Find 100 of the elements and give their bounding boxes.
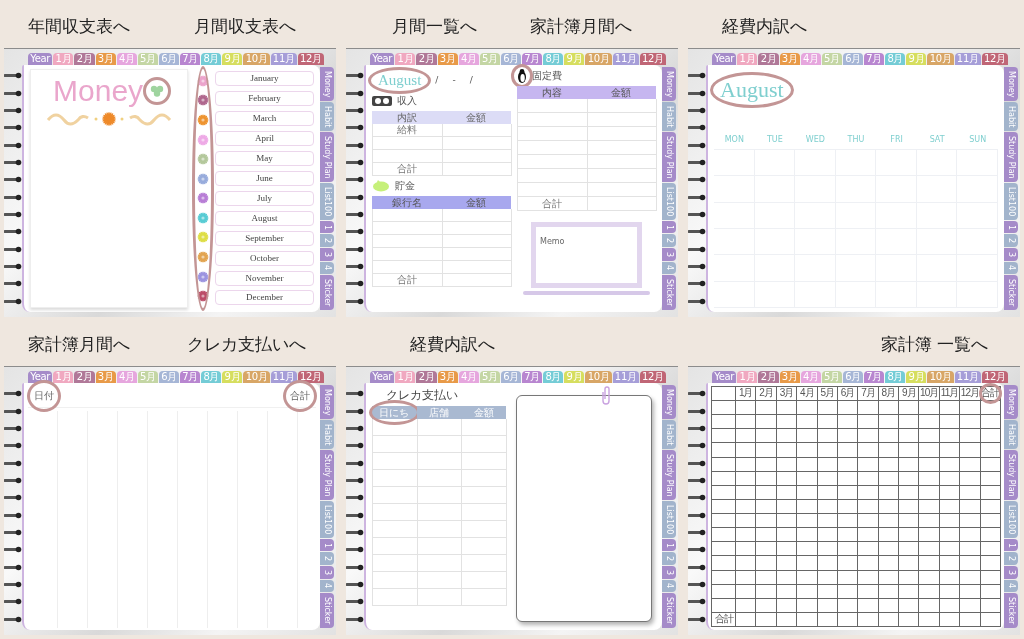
month-tab[interactable]: 8月 bbox=[201, 371, 222, 383]
side-tab[interactable]: Habit bbox=[662, 102, 676, 131]
side-tab[interactable]: Sticker bbox=[1004, 275, 1018, 310]
side-tab[interactable]: Money bbox=[320, 67, 334, 101]
month-tab[interactable]: 11月 bbox=[954, 371, 981, 383]
month-tab[interactable]: 7月 bbox=[864, 53, 885, 65]
side-tab[interactable]: List100 bbox=[1004, 501, 1018, 538]
month-tab[interactable]: 4月 bbox=[116, 53, 137, 65]
month-tab[interactable]: 2月 bbox=[74, 53, 95, 65]
month-tab[interactable]: 9月 bbox=[906, 371, 927, 383]
month-tab[interactable]: 12月 bbox=[981, 53, 1009, 65]
side-tab[interactable]: 3 bbox=[1004, 565, 1018, 579]
side-tab[interactable]: Sticker bbox=[1004, 593, 1018, 628]
side-tab[interactable]: 2 bbox=[662, 552, 676, 565]
side-tab[interactable]: 4 bbox=[320, 579, 334, 593]
month-tab[interactable]: 5月 bbox=[137, 53, 158, 65]
side-tab[interactable]: Sticker bbox=[662, 275, 676, 310]
side-tab[interactable]: List100 bbox=[1004, 183, 1018, 220]
month-tab[interactable]: 2月 bbox=[416, 371, 437, 383]
month-tab[interactable]: 12月 bbox=[297, 53, 325, 65]
month-tab[interactable]: 3月 bbox=[95, 371, 116, 383]
month-tab[interactable]: 1月 bbox=[53, 53, 74, 65]
side-tab[interactable]: Money bbox=[1004, 385, 1018, 419]
side-tab[interactable]: Money bbox=[320, 385, 334, 419]
side-tab[interactable]: 4 bbox=[320, 261, 334, 275]
month-tab[interactable]: 2月 bbox=[758, 371, 779, 383]
month-tab[interactable]: 3月 bbox=[437, 371, 458, 383]
side-tab[interactable]: 4 bbox=[662, 261, 676, 275]
side-tab[interactable]: Study Plan bbox=[320, 131, 334, 182]
month-tab[interactable]: 7月 bbox=[180, 371, 201, 383]
side-tab[interactable]: Sticker bbox=[320, 275, 334, 310]
month-tab[interactable]: 8月 bbox=[543, 53, 564, 65]
side-tab[interactable]: 1 bbox=[662, 538, 676, 552]
month-tab[interactable]: 11月 bbox=[270, 53, 297, 65]
month-link[interactable]: March bbox=[215, 111, 314, 127]
month-tab[interactable]: 4月 bbox=[116, 371, 137, 383]
side-tab[interactable]: 2 bbox=[320, 552, 334, 565]
side-tab[interactable]: Study Plan bbox=[320, 449, 334, 500]
month-tab[interactable]: 11月 bbox=[612, 371, 639, 383]
month-tab[interactable]: 10月 bbox=[243, 371, 270, 383]
month-tab[interactable]: 2月 bbox=[416, 53, 437, 65]
side-tab[interactable]: 4 bbox=[1004, 579, 1018, 593]
month-tab[interactable]: 7月 bbox=[180, 53, 201, 65]
month-tab[interactable]: Year bbox=[370, 371, 395, 383]
month-link[interactable]: July bbox=[215, 190, 314, 206]
side-tab[interactable]: 3 bbox=[662, 247, 676, 261]
side-tab[interactable]: 4 bbox=[1004, 261, 1018, 275]
side-tab[interactable]: 1 bbox=[662, 220, 676, 234]
side-tab[interactable]: Study Plan bbox=[1004, 131, 1018, 182]
month-tab[interactable]: 3月 bbox=[437, 53, 458, 65]
side-tab[interactable]: 3 bbox=[320, 565, 334, 579]
month-link[interactable]: December bbox=[215, 290, 314, 306]
month-tab[interactable]: 6月 bbox=[842, 371, 864, 383]
month-tab[interactable]: Year bbox=[712, 53, 737, 65]
month-tab[interactable]: 6月 bbox=[158, 53, 180, 65]
month-tab[interactable]: 10月 bbox=[585, 53, 612, 65]
side-tab[interactable]: 2 bbox=[662, 234, 676, 247]
month-tab[interactable]: 9月 bbox=[222, 53, 243, 65]
month-tab[interactable]: 12月 bbox=[639, 53, 667, 65]
month-tab[interactable]: Year bbox=[28, 53, 53, 65]
month-tab[interactable]: 11月 bbox=[612, 53, 639, 65]
month-tab[interactable]: 9月 bbox=[906, 53, 927, 65]
side-tab[interactable]: Money bbox=[662, 67, 676, 101]
month-tab[interactable]: 6月 bbox=[500, 53, 522, 65]
month-tab[interactable]: 8月 bbox=[885, 53, 906, 65]
month-tab[interactable]: 1月 bbox=[395, 53, 416, 65]
side-tab[interactable]: 2 bbox=[1004, 234, 1018, 247]
month-tab[interactable]: 3月 bbox=[779, 53, 800, 65]
month-link[interactable]: October bbox=[215, 250, 314, 266]
side-tab[interactable]: List100 bbox=[662, 501, 676, 538]
month-tab[interactable]: 1月 bbox=[737, 53, 758, 65]
side-tab[interactable]: 1 bbox=[1004, 220, 1018, 234]
month-link[interactable]: November bbox=[215, 270, 314, 286]
side-tab[interactable]: Money bbox=[1004, 67, 1018, 101]
month-link[interactable]: September bbox=[215, 230, 314, 246]
month-tab[interactable]: 12月 bbox=[639, 371, 667, 383]
side-tab[interactable]: 3 bbox=[320, 247, 334, 261]
side-tab[interactable]: Habit bbox=[320, 420, 334, 449]
side-tab[interactable]: 1 bbox=[1004, 538, 1018, 552]
month-tab[interactable]: 6月 bbox=[500, 371, 522, 383]
month-tab[interactable]: 5月 bbox=[821, 53, 842, 65]
month-tab[interactable]: 6月 bbox=[842, 53, 864, 65]
month-tab[interactable]: 6月 bbox=[158, 371, 180, 383]
month-tab[interactable]: 8月 bbox=[201, 53, 222, 65]
side-tab[interactable]: Sticker bbox=[662, 593, 676, 628]
month-tab[interactable]: 8月 bbox=[885, 371, 906, 383]
month-tab[interactable]: 11月 bbox=[954, 53, 981, 65]
month-tab[interactable]: Year bbox=[28, 371, 53, 383]
side-tab[interactable]: Sticker bbox=[320, 593, 334, 628]
side-tab[interactable]: List100 bbox=[320, 501, 334, 538]
month-tab[interactable]: 10月 bbox=[927, 53, 954, 65]
month-link[interactable]: April bbox=[215, 131, 314, 147]
month-tab[interactable]: 3月 bbox=[95, 53, 116, 65]
month-tab[interactable]: 12月 bbox=[297, 371, 325, 383]
month-link[interactable]: January bbox=[215, 71, 314, 87]
month-tab[interactable]: 5月 bbox=[479, 53, 500, 65]
month-tab[interactable]: 10月 bbox=[927, 371, 954, 383]
month-tab[interactable]: 10月 bbox=[585, 371, 612, 383]
side-tab[interactable]: 3 bbox=[662, 565, 676, 579]
month-tab[interactable]: 10月 bbox=[243, 53, 270, 65]
